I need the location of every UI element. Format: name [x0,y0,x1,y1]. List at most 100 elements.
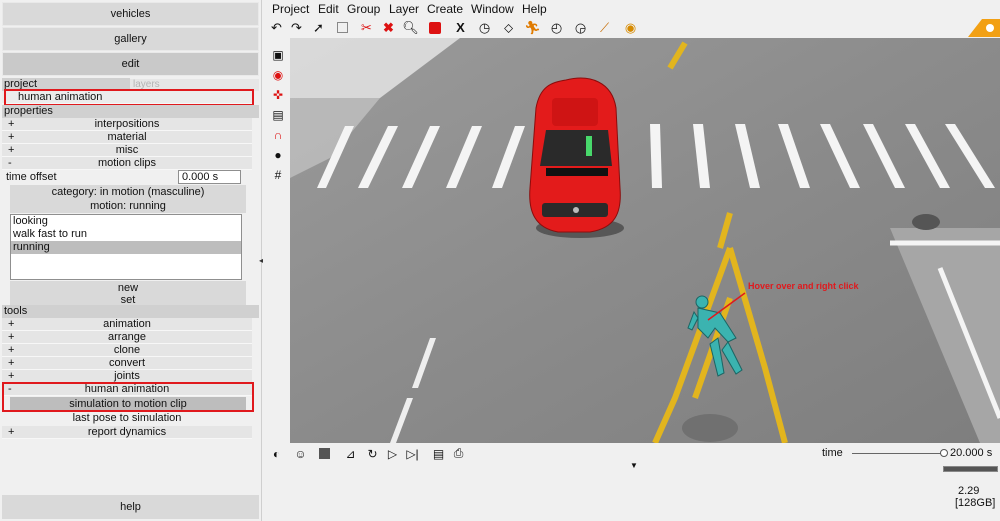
project-item-human-animation[interactable]: human animation [2,91,252,104]
list-item-selected[interactable]: running [11,241,241,254]
menu-create[interactable]: Create [427,2,463,16]
speed-gauge-icon[interactable]: ◴ [548,19,565,36]
redo-icon[interactable]: ↷ [288,19,305,36]
magnet-icon[interactable]: ∩ [269,126,287,144]
list-item[interactable]: looking [11,215,241,228]
time-offset-label: time offset [6,171,57,183]
scene-viewport[interactable] [290,38,1000,443]
app-logo [962,17,1000,39]
viewport-dropdown-caret[interactable]: ▼ [630,461,638,470]
properties-row-material[interactable]: + material [2,131,252,144]
properties-row-interpositions[interactable]: + interpositions [2,118,252,131]
time-label: time [822,447,843,459]
rotate-icon[interactable]: ↻ [364,445,381,462]
toolbar: ↶ ↷ ➚ ✂ ✖ 🔍︎ X ◷ ⬦ 🏃︎ ◴ ◶ ⟋ ◉ [268,17,1000,39]
tools-row-clone[interactable]: + clone [2,344,252,357]
chart-icon[interactable]: ⊿ [342,445,359,462]
tools-row-arrange[interactable]: + arrange [2,331,252,344]
shading-icon[interactable]: ◐ [268,445,285,462]
solid-box-icon[interactable] [316,445,333,462]
category-button[interactable]: category: in motion (masculine) [10,185,246,199]
memory-label: [128GB] [955,497,996,509]
undo-icon[interactable]: ↶ [268,19,285,36]
delete-x-icon[interactable]: ✖ [380,19,397,36]
zoom-icon[interactable]: 🔍︎ [402,19,419,36]
row-label: material [107,131,147,143]
new-button[interactable]: new [10,281,246,295]
tools-header: tools [2,305,259,318]
row-label: clone [113,344,141,356]
progress-fill [944,467,997,471]
step-icon[interactable]: ▷| [404,445,421,462]
version-label: 2.29 [958,485,980,497]
row-label: misc [115,144,139,156]
left-panel: vehicles gallery edit project layers hum… [0,0,262,521]
tab-layers[interactable]: layers [130,79,259,91]
clock-icon[interactable]: ◷ [476,19,493,36]
delete-selection-icon[interactable]: ✂ [358,19,375,36]
help-button[interactable]: help [2,495,259,519]
set-button[interactable]: set [10,295,246,305]
tools-row-convert[interactable]: + convert [2,357,252,370]
road-icon[interactable]: ⬦ [500,19,517,36]
record-icon[interactable]: ● [269,146,287,164]
row-label: joints [114,370,140,382]
time-value: 20.000 s [950,447,993,459]
menu-bar: Project Edit Group Layer Create Window H… [268,0,1000,17]
last-pose-to-simulation-button[interactable]: last pose to simulation [2,412,252,425]
head-icon[interactable]: ☺ [292,445,309,462]
menu-layer[interactable]: Layer [389,2,419,16]
tools-row-human-animation[interactable]: - human animation [2,383,252,396]
row-label: animation [103,318,151,330]
tools-row-report-dynamics[interactable]: + report dynamics [2,426,252,439]
measure-icon[interactable]: ⟋ [596,19,613,36]
settings-icon[interactable]: ◉ [622,19,639,36]
cube-icon[interactable] [426,19,443,36]
properties-row-misc[interactable]: + misc [2,144,252,157]
time-slider-knob[interactable] [940,449,948,457]
row-label: human animation [84,383,170,395]
menu-project[interactable]: Project [272,2,309,16]
menu-group[interactable]: Group [347,2,380,16]
print-icon[interactable]: ⎙ [450,445,467,462]
row-label: motion clips [97,157,157,169]
properties-row-motion-clips[interactable]: - motion clips [2,157,252,170]
row-label: report dynamics [87,426,167,438]
select-arrow-icon[interactable]: ➚ [310,19,327,36]
time-offset-input[interactable]: 0.000 s [178,170,241,184]
list-item[interactable]: walk fast to run [11,228,241,241]
side-toolbar: ▣ ◉ ✜ ▤ ∩ ● # [268,40,288,440]
time-slider[interactable] [852,453,944,454]
row-label: interpositions [94,118,160,130]
collapse-panel-icon[interactable]: ◂ [259,256,267,265]
tools-row-animation[interactable]: + animation [2,318,252,331]
layout-icon[interactable]: ▤ [269,106,287,124]
axes-icon[interactable]: ✜ [269,86,287,104]
tab-project[interactable]: project [2,78,130,91]
properties-header: properties [2,105,259,118]
simulation-to-motion-clip-button[interactable]: simulation to motion clip [10,397,246,411]
row-label: arrange [108,331,146,343]
document-icon[interactable]: ▤ [430,445,447,462]
play-icon[interactable]: ▷ [384,445,401,462]
camera-icon[interactable]: ▣ [269,46,287,64]
grid-icon[interactable]: # [269,166,287,184]
axis-x-icon[interactable]: X [452,19,469,36]
target-icon[interactable]: ◉ [269,66,287,84]
project-item-label: human animation [18,91,103,103]
rectangle-select-icon[interactable] [334,19,351,36]
hover-annotation: Hover over and right click [748,281,859,291]
menu-help[interactable]: Help [522,2,547,16]
progress-bar [943,466,998,472]
tools-row-joints[interactable]: + joints [2,370,252,383]
row-label: convert [108,357,146,369]
edit-button[interactable]: edit [2,52,259,76]
vehicles-button[interactable]: vehicles [2,2,259,26]
run-icon[interactable]: 🏃︎ [524,19,541,36]
menu-edit[interactable]: Edit [318,2,339,16]
menu-window[interactable]: Window [471,2,514,16]
motion-clips-list[interactable]: looking walk fast to run running [10,214,242,280]
gallery-button[interactable]: gallery [2,27,259,51]
motion-button[interactable]: motion: running [10,199,246,213]
clock2-icon[interactable]: ◶ [572,19,589,36]
